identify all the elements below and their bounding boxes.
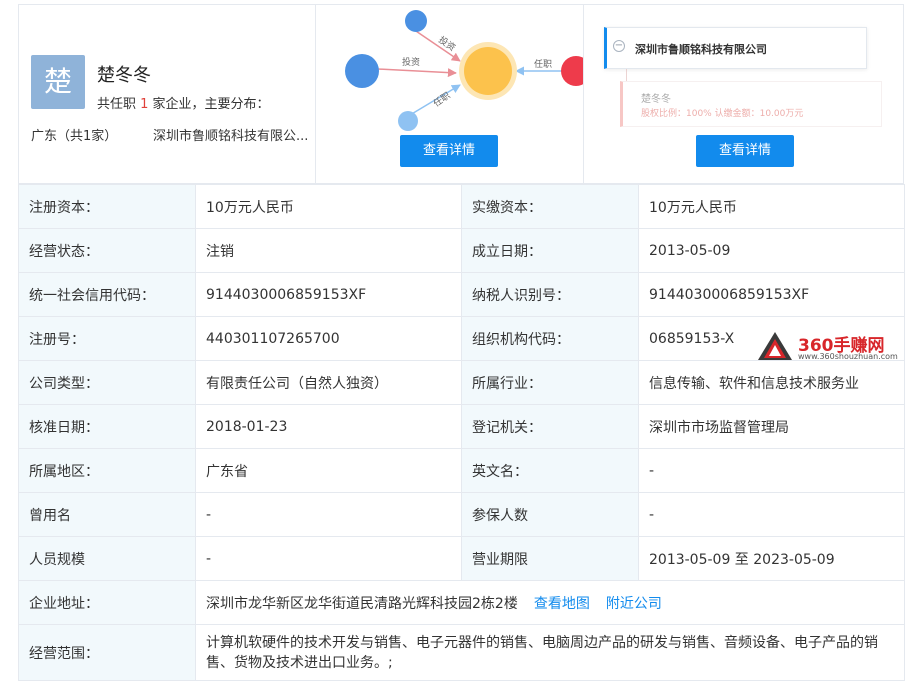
cell-value: 2018-01-23 (195, 404, 462, 449)
cell-value: 注销 (195, 228, 462, 273)
cell-label: 公司类型： (18, 360, 196, 405)
equity-tree: − 深圳市鲁顺铭科技有限公司 楚冬冬 股权比例：100% 认缴金额：10.00万… (583, 5, 904, 183)
cell-label: 曾用名 (18, 492, 196, 537)
watermark-logo-icon (758, 332, 792, 360)
cell-value: 10万元人民币 (638, 184, 905, 229)
cell-value: 440301107265700 (195, 316, 462, 361)
view-map-link[interactable]: 查看地图 (534, 596, 590, 612)
cell-value: 2013-05-09 至 2023-05-09 (638, 536, 905, 581)
cell-value: 9144030006859153XF (638, 272, 905, 317)
person-card: 楚 楚冬冬 共任职 1 家企业，主要分布： 广东（共1家） 深圳市鲁顺铭科技有限… (19, 5, 315, 183)
tree-child-detail: 股权比例：100% 认缴金额：10.00万元 (641, 109, 804, 119)
region-label: 广东（共1家） (31, 129, 118, 144)
cell-value: - (638, 492, 905, 537)
title-suffix: 家企业，主要分布： (148, 97, 270, 112)
tree-child-node: 楚冬冬 股权比例：100% 认缴金额：10.00万元 (620, 81, 882, 127)
table-row: 所属地区： 广东省 英文名： - (18, 448, 905, 493)
cell-label: 营业期限 (461, 536, 639, 581)
address-text: 深圳市龙华新区龙华街道民清路光辉科技园2栋2楼 (206, 595, 518, 612)
cell-value: - (638, 448, 905, 493)
edge-label-top: 投资 (437, 34, 458, 53)
cell-value: 信息传输、软件和信息技术服务业 (638, 360, 905, 405)
invest-edge-left (377, 68, 457, 78)
avatar: 楚 (31, 55, 85, 109)
node-center-orange (464, 47, 512, 95)
table-row: 人员规模 - 营业期限 2013-05-09 至 2023-05-09 (18, 536, 905, 581)
nearby-companies-link[interactable]: 附近公司 (606, 596, 662, 612)
cell-value: 深圳市市场监督管理局 (638, 404, 905, 449)
relation-graph: 投资 投资 任职 任职 查看详情 (315, 5, 583, 183)
tree-company-node[interactable]: − 深圳市鲁顺铭科技有限公司 (604, 27, 867, 69)
cell-value: 2013-05-09 (638, 228, 905, 273)
table-row: 核准日期： 2018-01-23 登记机关： 深圳市市场监督管理局 (18, 404, 905, 449)
tree-detail-button[interactable]: 查看详情 (696, 135, 794, 167)
cell-label: 核准日期： (18, 404, 196, 449)
collapse-icon[interactable]: − (613, 40, 625, 52)
edge-label-right: 任职 (534, 58, 552, 69)
tree-connector (626, 69, 627, 81)
cell-label: 登记机关： (461, 404, 639, 449)
title-prefix: 共任职 (97, 97, 141, 112)
node-bottom-blue (398, 111, 418, 131)
table-row: 企业地址： 深圳市龙华新区龙华街道民清路光辉科技园2栋2楼 查看地图 附近公司 (18, 580, 905, 625)
table-row: 公司类型： 有限责任公司（自然人独资） 所属行业： 信息传输、软件和信息技术服务… (18, 360, 905, 405)
cell-value: - (195, 492, 462, 537)
cell-value: 有限责任公司（自然人独资） (195, 360, 462, 405)
person-summary-panel: 楚 楚冬冬 共任职 1 家企业，主要分布： 广东（共1家） 深圳市鲁顺铭科技有限… (18, 4, 904, 184)
table-row: 经营范围： 计算机软硬件的技术开发与销售、电子元器件的销售、电脑周边产品的研发与… (18, 624, 905, 681)
cell-label: 参保人数 (461, 492, 639, 537)
graph-detail-button[interactable]: 查看详情 (400, 135, 498, 167)
company-link[interactable]: 深圳市鲁顺铭科技有限公... (153, 125, 311, 144)
cell-label: 人员规模 (18, 536, 196, 581)
tree-company-name: 深圳市鲁顺铭科技有限公司 (635, 43, 767, 56)
cell-value: 9144030006859153XF (195, 272, 462, 317)
node-top-blue (405, 10, 427, 32)
cell-label: 纳税人识别号： (461, 272, 639, 317)
cell-label: 企业地址： (18, 580, 196, 625)
cell-value: 广东省 (195, 448, 462, 493)
cell-label: 注册号： (18, 316, 196, 361)
node-left-blue (345, 54, 379, 88)
cell-label: 统一社会信用代码： (18, 272, 196, 317)
relation-graph-svg: 投资 投资 任职 任职 (345, 10, 583, 131)
cell-label: 所属地区： (18, 448, 196, 493)
edge-label-left: 投资 (402, 56, 420, 67)
business-info-table: 注册资本： 10万元人民币 实缴资本： 10万元人民币 经营状态： 注销 成立日… (18, 184, 905, 681)
cell-label: 实缴资本： (461, 184, 639, 229)
watermark: 360手赚网 www.360shouzhuan.com (756, 330, 906, 364)
cell-value: 10万元人民币 (195, 184, 462, 229)
cell-label: 注册资本： (18, 184, 196, 229)
watermark-url: www.360shouzhuan.com (798, 352, 898, 361)
table-row: 统一社会信用代码： 9144030006859153XF 纳税人识别号： 914… (18, 272, 905, 317)
cell-value: - (195, 536, 462, 581)
node-right-red (561, 56, 583, 86)
table-row: 注册资本： 10万元人民币 实缴资本： 10万元人民币 (18, 184, 905, 229)
person-name[interactable]: 楚冬冬 (97, 61, 151, 87)
cell-label: 英文名： (461, 448, 639, 493)
table-row: 曾用名 - 参保人数 - (18, 492, 905, 537)
table-row: 经营状态： 注销 成立日期： 2013-05-09 (18, 228, 905, 273)
tree-child-name: 楚冬冬 (641, 94, 671, 105)
person-title: 共任职 1 家企业，主要分布： (97, 93, 270, 112)
cell-label: 成立日期： (461, 228, 639, 273)
cell-label: 所属行业： (461, 360, 639, 405)
cell-label: 组织机构代码： (461, 316, 639, 361)
address-cell: 深圳市龙华新区龙华街道民清路光辉科技园2栋2楼 查看地图 附近公司 (195, 580, 905, 625)
cell-label: 经营状态： (18, 228, 196, 273)
business-scope: 计算机软硬件的技术开发与销售、电子元器件的销售、电脑周边产品的研发与销售、音频设… (195, 624, 905, 681)
cell-label: 经营范围： (18, 624, 196, 681)
